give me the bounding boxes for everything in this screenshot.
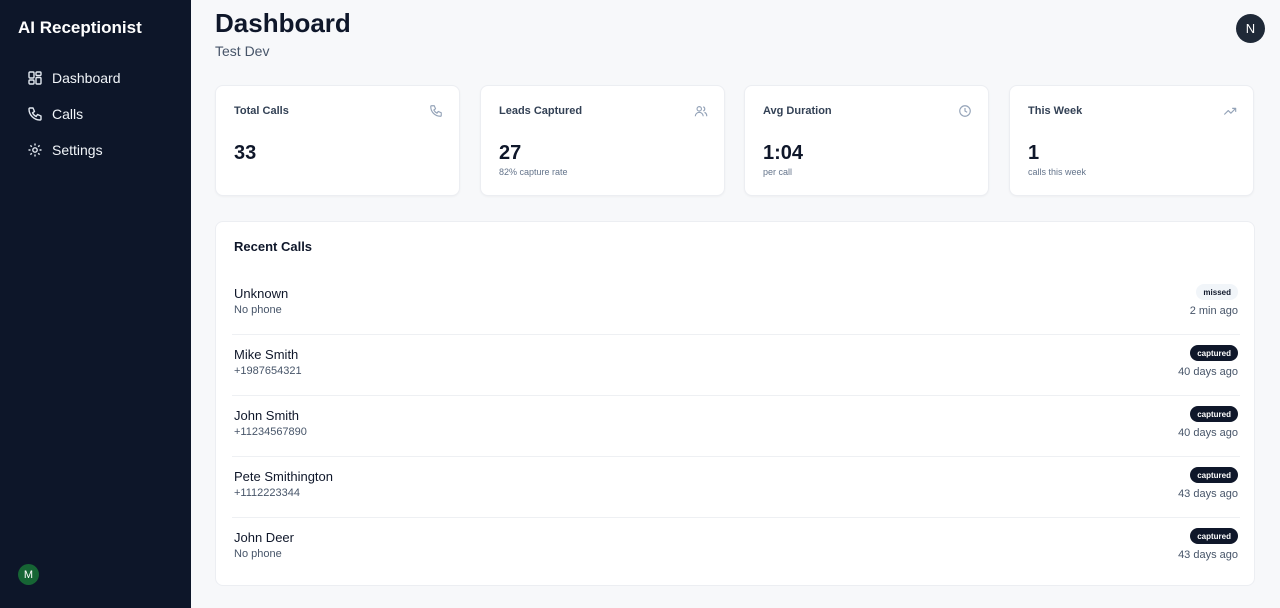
stat-subtext: calls this week: [1028, 167, 1087, 177]
sidebar-item-calls[interactable]: Calls: [18, 96, 178, 132]
sidebar-nav: Dashboard Calls Settings: [18, 60, 178, 168]
user-avatar[interactable]: M: [18, 564, 39, 585]
phone-icon: [27, 106, 43, 122]
page-subtitle: Test Dev: [215, 43, 270, 59]
sidebar-item-label: Calls: [52, 106, 84, 122]
sidebar: AI Receptionist Dashboard Calls Settings…: [0, 0, 191, 608]
stat-card-leads-captured: Leads Captured 27 82% capture rate: [480, 85, 725, 196]
caller-phone: +1987654321: [234, 365, 302, 377]
call-row[interactable]: John Smith +11234567890 captured 40 days…: [232, 396, 1240, 457]
caller-phone: No phone: [234, 304, 282, 316]
caller-name: John Deer: [234, 530, 294, 545]
caller-name: John Smith: [234, 408, 300, 423]
caller-phone: +1112223344: [234, 487, 300, 499]
phone-icon: [429, 104, 443, 118]
call-row[interactable]: John Deer No phone captured 43 days ago: [232, 518, 1240, 579]
stat-label: Leads Captured: [499, 105, 583, 117]
caller-phone: No phone: [234, 548, 282, 560]
stat-label: This Week: [1028, 105, 1083, 117]
status-badge: missed: [1196, 284, 1238, 300]
users-icon: [694, 104, 708, 118]
status-badge: captured: [1190, 528, 1238, 544]
account-avatar[interactable]: N: [1236, 14, 1265, 43]
caller-name: Pete Smithington: [234, 469, 334, 484]
call-time: 40 days ago: [1178, 366, 1238, 378]
stat-label: Total Calls: [234, 105, 289, 117]
recent-calls-list: Unknown No phone missed 2 min ago Mike S…: [232, 274, 1240, 579]
stat-card-this-week: This Week 1 calls this week: [1009, 85, 1254, 196]
recent-calls-panel: Recent Calls Unknown No phone missed 2 m…: [215, 221, 1255, 586]
caller-phone: +11234567890: [234, 426, 307, 438]
stat-subtext: per call: [763, 167, 793, 177]
sidebar-item-label: Settings: [52, 142, 103, 158]
sidebar-item-dashboard[interactable]: Dashboard: [18, 60, 178, 96]
status-badge: captured: [1190, 406, 1238, 422]
call-row[interactable]: Mike Smith +1987654321 captured 40 days …: [232, 335, 1240, 396]
stat-value: 27: [499, 142, 522, 164]
sidebar-item-settings[interactable]: Settings: [18, 132, 178, 168]
stat-subtext: 82% capture rate: [499, 167, 568, 177]
gear-icon: [27, 142, 43, 158]
trending-up-icon: [1223, 104, 1237, 118]
status-badge: captured: [1190, 467, 1238, 483]
sidebar-item-label: Dashboard: [52, 70, 121, 86]
status-badge: captured: [1190, 345, 1238, 361]
clock-icon: [958, 104, 972, 118]
call-row[interactable]: Unknown No phone missed 2 min ago: [232, 274, 1240, 335]
stat-value: 1:04: [763, 142, 804, 164]
section-title: Recent Calls: [234, 239, 313, 254]
call-time: 2 min ago: [1189, 305, 1238, 317]
call-time: 43 days ago: [1178, 549, 1238, 561]
main-content: Dashboard Test Dev N Total Calls 33 Lead…: [191, 0, 1280, 608]
app-brand: AI Receptionist: [18, 18, 142, 37]
call-time: 40 days ago: [1178, 427, 1238, 439]
caller-name: Unknown: [234, 286, 289, 301]
caller-name: Mike Smith: [234, 347, 299, 362]
stat-value: 33: [234, 142, 257, 164]
dashboard-grid-icon: [27, 70, 43, 86]
call-time: 43 days ago: [1178, 488, 1238, 500]
page-title: Dashboard: [215, 8, 351, 38]
call-row[interactable]: Pete Smithington +1112223344 captured 43…: [232, 457, 1240, 518]
stat-card-total-calls: Total Calls 33: [215, 85, 460, 196]
stat-value: 1: [1028, 142, 1040, 164]
stat-card-avg-duration: Avg Duration 1:04 per call: [744, 85, 989, 196]
stat-label: Avg Duration: [763, 105, 832, 117]
